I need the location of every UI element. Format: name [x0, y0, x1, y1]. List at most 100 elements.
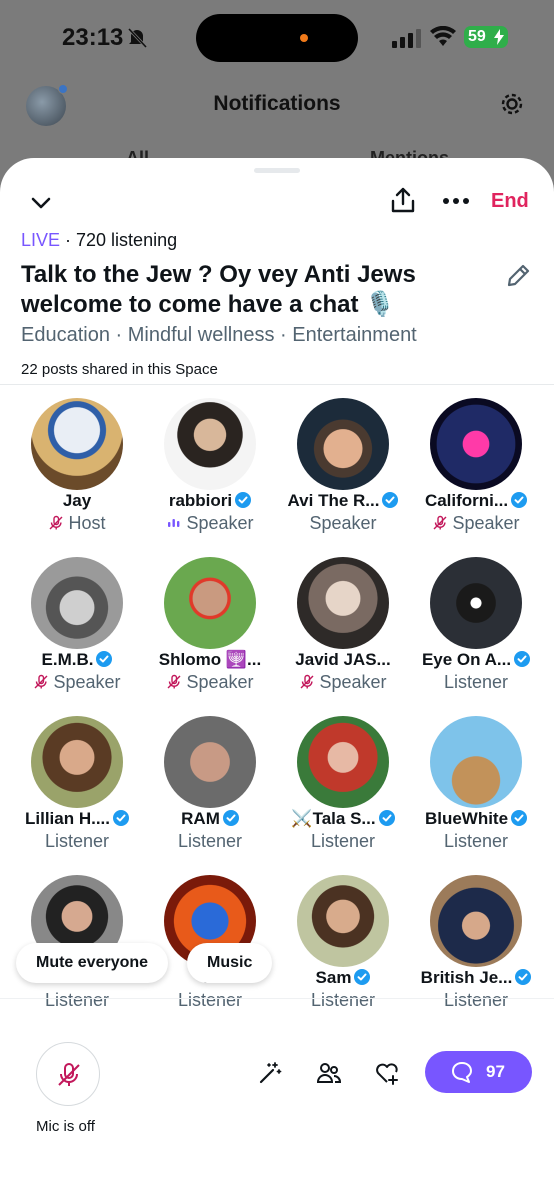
posts-shared-link[interactable]: 22 posts shared in this Space — [21, 361, 218, 378]
participant[interactable]: BlueWhite Listener — [409, 716, 543, 866]
comments-button[interactable]: 97 — [425, 1051, 532, 1093]
participant-avatar[interactable] — [430, 557, 522, 649]
participant-role-text: Speaker — [186, 513, 254, 533]
participant[interactable]: Shlomo 🕎... Speaker — [143, 557, 277, 707]
battery-level: 59 — [468, 28, 486, 45]
end-space-button[interactable]: End — [491, 190, 529, 213]
participant-name: Eye On A... — [409, 650, 543, 670]
music-button[interactable]: Music — [187, 943, 273, 983]
verified-badge-icon — [222, 810, 239, 826]
participant-role: Listener — [276, 990, 410, 1011]
comment-icon — [452, 1062, 472, 1083]
verified-badge-icon — [511, 492, 528, 508]
participant[interactable]: Eye On A... Listener — [409, 557, 543, 707]
participant[interactable]: Javid JAS... Speaker — [276, 557, 410, 707]
mic-off-icon — [433, 515, 447, 530]
participant-avatar[interactable] — [430, 398, 522, 490]
participant[interactable]: Californi... Speaker — [409, 398, 543, 548]
participant-name-text: BlueWhite — [424, 809, 509, 828]
participant-role: Listener — [143, 990, 277, 1011]
participant-name: Shlomo 🕎... — [143, 650, 277, 670]
participant-name-text: RAM — [181, 809, 220, 828]
notifications-header: Notifications All Mentions — [0, 80, 554, 168]
participant-avatar[interactable] — [31, 716, 123, 808]
mute-everyone-button[interactable]: Mute everyone — [16, 943, 169, 983]
participant-role-text: Listener — [443, 990, 509, 1010]
participant[interactable]: Jay Host — [10, 398, 144, 548]
magic-wand-icon[interactable] — [257, 1060, 283, 1086]
participant-role: Speaker — [143, 513, 277, 534]
live-status: LIVE · 720 listening — [21, 230, 177, 251]
mic-off-icon — [167, 674, 181, 689]
verified-badge-icon — [514, 651, 531, 667]
live-badge: LIVE — [21, 230, 61, 250]
participant-name: ⚔️Tala S... — [276, 809, 410, 829]
manage-people-icon[interactable] — [316, 1060, 342, 1086]
verified-badge-icon — [382, 492, 399, 508]
participant-role: Listener — [409, 831, 543, 852]
participant-name: BlueWhite — [409, 809, 543, 829]
participant-role-text: Listener — [44, 831, 110, 851]
participant[interactable]: rabbiori Speaker — [143, 398, 277, 548]
chevron-down-icon[interactable] — [28, 190, 54, 216]
participant-name: rabbiori — [143, 491, 277, 511]
participant[interactable]: Avi The R... Speaker — [276, 398, 410, 548]
participant-role-text: Speaker — [186, 672, 254, 692]
edit-pencil-icon[interactable] — [504, 262, 532, 290]
listening-count: · 720 listening — [60, 230, 178, 250]
participant[interactable]: ⚔️Tala S... Listener — [276, 716, 410, 866]
participant-avatar[interactable] — [31, 557, 123, 649]
participant[interactable]: E.M.B. Speaker — [10, 557, 144, 707]
participant-role-text: Speaker — [53, 672, 121, 692]
participant-avatar[interactable] — [31, 398, 123, 490]
participant-avatar[interactable] — [297, 557, 389, 649]
share-icon[interactable] — [390, 186, 416, 214]
participant-avatar[interactable] — [297, 716, 389, 808]
participant-avatar[interactable] — [164, 398, 256, 490]
participant-role: Listener — [10, 990, 144, 1011]
comment-count: 97 — [486, 1062, 505, 1081]
participant[interactable]: British Je... Listener — [409, 875, 543, 1025]
participant-name-text: ⚔️Tala S... — [291, 809, 376, 828]
participant-name: RAM — [143, 809, 277, 829]
space-topics[interactable]: Education · Mindful wellness · Entertain… — [21, 324, 417, 347]
participant-name-text: Javid JAS... — [295, 650, 391, 669]
participant-name-text: British Je... — [420, 968, 513, 987]
participant-name: Californi... — [409, 491, 543, 511]
participant-name: Javid JAS... — [276, 650, 410, 670]
heart-plus-icon[interactable] — [374, 1060, 400, 1086]
participant-avatar[interactable] — [297, 398, 389, 490]
verified-badge-icon — [235, 492, 252, 508]
participant[interactable]: Lillian H.... Listener — [10, 716, 144, 866]
participant-avatar[interactable] — [164, 557, 256, 649]
participant-name: Avi The R... — [276, 491, 410, 511]
participant-name-text: Eye On A... — [421, 650, 512, 669]
gear-icon[interactable] — [498, 90, 526, 118]
more-options-icon[interactable] — [442, 196, 470, 206]
participant-avatar[interactable] — [430, 716, 522, 808]
participant-avatar[interactable] — [164, 716, 256, 808]
participant-role-text: Listener — [44, 990, 110, 1010]
sheet-grabber[interactable] — [254, 168, 300, 173]
participant-role-text: Listener — [310, 831, 376, 851]
mic-toggle-button[interactable] — [36, 1042, 100, 1106]
participant-avatar[interactable] — [430, 875, 522, 967]
participant-role: Listener — [143, 831, 277, 852]
mic-off-icon — [49, 515, 63, 530]
participant-role: Listener — [409, 990, 543, 1011]
participant-role: Speaker — [143, 672, 277, 693]
wifi-icon — [430, 26, 456, 46]
participant[interactable]: RAM Listener — [143, 716, 277, 866]
divider — [0, 998, 554, 999]
participant-name-text: Lillian H.... — [24, 809, 110, 828]
participant-role-text: Speaker — [309, 513, 377, 533]
participant-avatar[interactable] — [297, 875, 389, 967]
participant[interactable]: Sam Listener — [276, 875, 410, 1025]
mic-status-label: Mic is off — [36, 1118, 95, 1135]
participant-role-text: Listener — [177, 990, 243, 1010]
participant-name-text: Shlomo 🕎... — [158, 650, 262, 669]
participant-role-text: Host — [68, 513, 106, 533]
verified-badge-icon — [511, 810, 528, 826]
status-bar: 23:13 59 — [0, 0, 554, 72]
participant-name: Lillian H.... — [10, 809, 144, 829]
